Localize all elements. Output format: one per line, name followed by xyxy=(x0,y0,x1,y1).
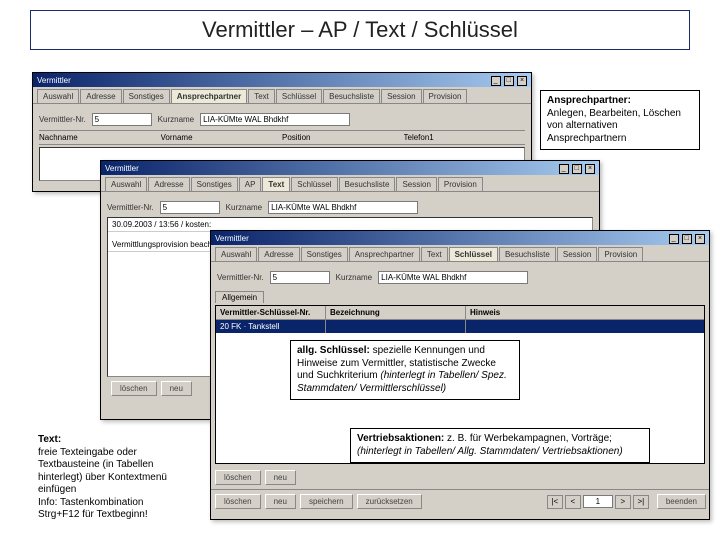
col-telefon: Telefon1 xyxy=(404,133,526,142)
window-title: Vermittler xyxy=(215,234,249,243)
table-row[interactable]: 20 FK · Tankstell xyxy=(216,320,704,333)
cell-schluessel: 20 FK · Tankstell xyxy=(216,320,326,333)
callout-ap-title: Ansprechpartner: xyxy=(547,95,631,106)
tab-session[interactable]: Session xyxy=(396,177,436,191)
minimize-icon[interactable]: _ xyxy=(491,76,501,86)
tab-text[interactable]: Text xyxy=(262,177,290,191)
maximize-icon[interactable]: □ xyxy=(682,234,692,244)
neu-button[interactable]: neu xyxy=(265,470,296,485)
kurzname-label: Kurzname xyxy=(336,273,372,282)
subtab-allgemein[interactable]: Allgemein xyxy=(215,291,264,303)
window-title: Vermittler xyxy=(37,76,71,85)
tab-text[interactable]: Text xyxy=(421,247,448,261)
zuruecksetzen-button[interactable]: zurücksetzen xyxy=(357,494,422,509)
tab-schluessel[interactable]: Schlüssel xyxy=(276,89,322,103)
pager-value[interactable] xyxy=(583,495,613,508)
tab-provision[interactable]: Provision xyxy=(438,177,483,191)
maximize-icon[interactable]: □ xyxy=(572,164,582,174)
tab-text[interactable]: Text xyxy=(248,89,275,103)
tab-auswahl[interactable]: Auswahl xyxy=(37,89,79,103)
vermittler-input[interactable] xyxy=(160,201,220,214)
speichern-button[interactable]: speichern xyxy=(300,494,353,509)
tab-session[interactable]: Session xyxy=(557,247,597,261)
titlebar[interactable]: Vermittler _ □ × xyxy=(33,73,531,87)
col-vorname: Vorname xyxy=(161,133,283,142)
tab-besuchsliste[interactable]: Besuchsliste xyxy=(499,247,556,261)
callout-text: Text: freie Texteingabe oder Textbaustei… xyxy=(32,430,192,526)
tab-ap-short[interactable]: AP xyxy=(239,177,262,191)
close-icon[interactable]: × xyxy=(695,234,705,244)
kurzname-label: Kurzname xyxy=(226,203,262,212)
neu2-button[interactable]: neu xyxy=(265,494,296,509)
slide-title: Vermittler – AP / Text / Schlüssel xyxy=(30,10,690,50)
vermittler-input[interactable] xyxy=(270,271,330,284)
tab-sonstiges[interactable]: Sonstiges xyxy=(301,247,348,261)
callout-txt-title: Text: xyxy=(38,434,61,445)
tab-strip: Auswahl Adresse Sonstiges Ansprechpartne… xyxy=(33,87,531,104)
vermittler-label: Vermittler-Nr. xyxy=(39,115,86,124)
loeschen-button[interactable]: löschen xyxy=(215,470,261,485)
tab-adresse[interactable]: Adresse xyxy=(148,177,189,191)
vermittler-input[interactable] xyxy=(92,113,152,126)
vermittler-label: Vermittler-Nr. xyxy=(217,273,264,282)
callout-schluessel: allg. Schlüssel: spezielle Kennungen und… xyxy=(290,340,520,400)
tab-sonstiges[interactable]: Sonstiges xyxy=(123,89,170,103)
kurzname-input[interactable] xyxy=(268,201,418,214)
ap-column-headers: Nachname Vorname Position Telefon1 xyxy=(39,130,525,145)
beenden-button[interactable]: beenden xyxy=(657,494,706,509)
tab-sonstiges[interactable]: Sonstiges xyxy=(191,177,238,191)
tab-strip: Auswahl Adresse Sonstiges Ansprechpartne… xyxy=(211,245,709,262)
tab-session[interactable]: Session xyxy=(381,89,421,103)
grid-header: Vermittler-Schlüssel-Nr. Bezeichnung Hin… xyxy=(216,306,704,320)
minimize-icon[interactable]: _ xyxy=(669,234,679,244)
col-bezeichnung: Bezeichnung xyxy=(326,306,466,319)
kurzname-label: Kurzname xyxy=(158,115,194,124)
kurzname-input[interactable] xyxy=(378,271,528,284)
titlebar[interactable]: Vermittler _ □ × xyxy=(101,161,599,175)
pager-first-icon[interactable]: |< xyxy=(547,495,563,509)
vermittler-label: Vermittler-Nr. xyxy=(107,203,154,212)
tab-besuchsliste[interactable]: Besuchsliste xyxy=(339,177,396,191)
record-pager: |< < > >| beenden xyxy=(544,490,709,513)
col-nachname: Nachname xyxy=(39,133,161,142)
pager-last-icon[interactable]: >| xyxy=(633,495,649,509)
callout-ap-body: Anlegen, Bearbeiten, Löschen von alterna… xyxy=(547,108,681,144)
pager-prev-icon[interactable]: < xyxy=(565,495,581,509)
col-position: Position xyxy=(282,133,404,142)
col-schluessel-nr: Vermittler-Schlüssel-Nr. xyxy=(216,306,326,319)
loeschen-button[interactable]: löschen xyxy=(111,381,157,396)
window-title: Vermittler xyxy=(105,164,139,173)
tab-schluessel[interactable]: Schlüssel xyxy=(449,247,498,261)
tab-adresse[interactable]: Adresse xyxy=(80,89,121,103)
cell-hinweis xyxy=(466,320,704,333)
callout-txt-body: freie Texteingabe oder Textbausteine (in… xyxy=(38,447,167,521)
callout-va-italic: (hinterlegt in Tabellen/ Allg. Stammdate… xyxy=(357,446,623,457)
tab-besuchsliste[interactable]: Besuchsliste xyxy=(323,89,380,103)
tab-provision[interactable]: Provision xyxy=(598,247,643,261)
minimize-icon[interactable]: _ xyxy=(559,164,569,174)
maximize-icon[interactable]: □ xyxy=(504,76,514,86)
kurzname-input[interactable] xyxy=(200,113,350,126)
callout-va-body: z. B. für Werbekampagnen, Vorträge; xyxy=(444,433,612,444)
tab-ansprechpartner[interactable]: Ansprechpartner xyxy=(349,247,420,261)
callout-sch-lead: allg. Schlüssel: xyxy=(297,345,370,356)
tab-schluessel[interactable]: Schlüssel xyxy=(291,177,337,191)
callout-ansprechpartner: Ansprechpartner: Anlegen, Bearbeiten, Lö… xyxy=(540,90,700,150)
tab-provision[interactable]: Provision xyxy=(423,89,468,103)
tab-auswahl[interactable]: Auswahl xyxy=(105,177,147,191)
close-icon[interactable]: × xyxy=(585,164,595,174)
callout-vertriebsaktionen: Vertriebsaktionen: z. B. für Werbekampag… xyxy=(350,428,650,463)
tab-auswahl[interactable]: Auswahl xyxy=(215,247,257,261)
col-hinweis: Hinweis xyxy=(466,306,704,319)
callout-va-lead: Vertriebsaktionen: xyxy=(357,433,444,444)
pager-next-icon[interactable]: > xyxy=(615,495,631,509)
tab-ansprechpartner[interactable]: Ansprechpartner xyxy=(171,89,247,103)
neu-button[interactable]: neu xyxy=(161,381,192,396)
close-icon[interactable]: × xyxy=(517,76,527,86)
tab-strip: Auswahl Adresse Sonstiges AP Text Schlüs… xyxy=(101,175,599,192)
loeschen2-button[interactable]: löschen xyxy=(215,494,261,509)
tab-adresse[interactable]: Adresse xyxy=(258,247,299,261)
cell-bezeichnung xyxy=(326,320,466,333)
titlebar[interactable]: Vermittler _ □ × xyxy=(211,231,709,245)
